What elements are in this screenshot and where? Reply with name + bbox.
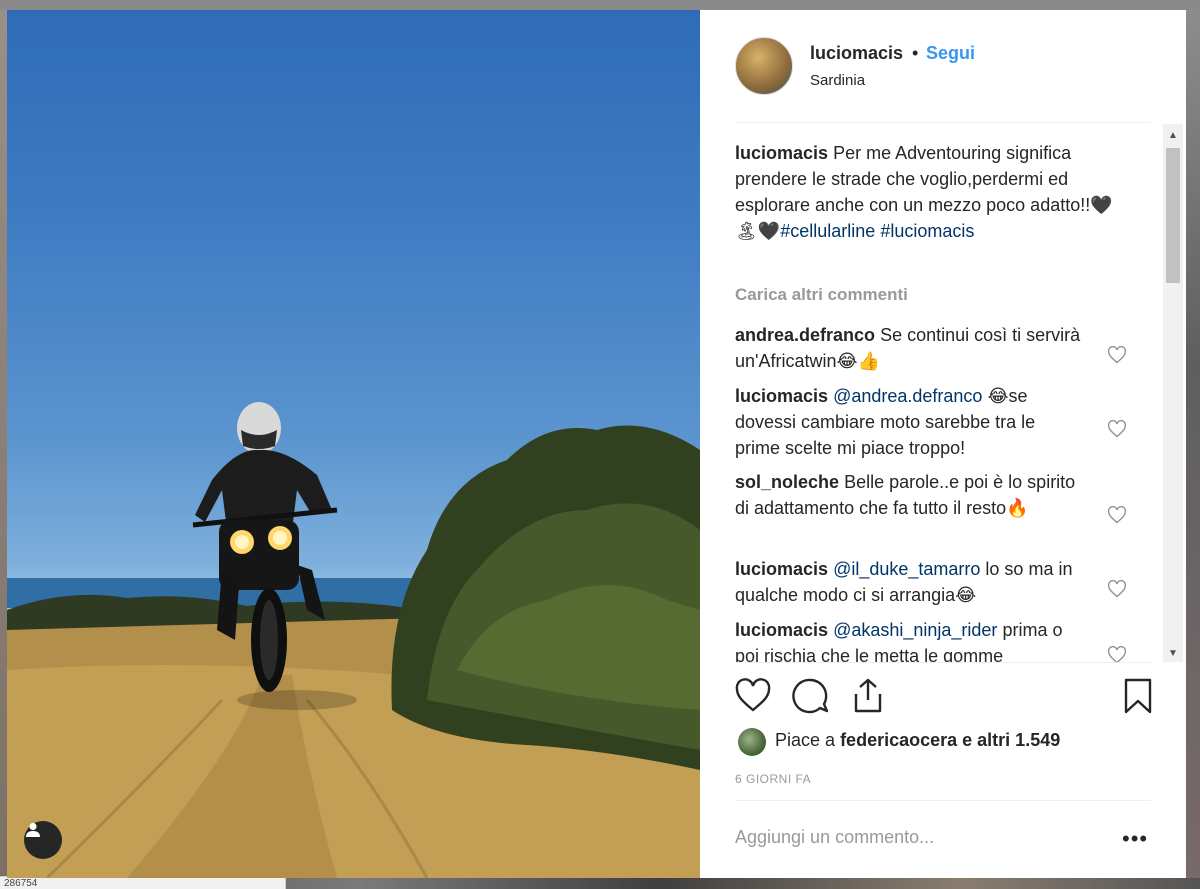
- scroll-down-icon[interactable]: ▼: [1168, 648, 1178, 659]
- scroll-up-icon[interactable]: ▲: [1168, 130, 1178, 141]
- photo-scene: [7, 402, 700, 878]
- comment-username[interactable]: sol_noleche: [735, 472, 839, 492]
- avatar[interactable]: [738, 728, 766, 756]
- list-item: luciomacis @il_duke_tamarro lo so ma in …: [735, 556, 1085, 608]
- heart-icon[interactable]: [1107, 419, 1127, 439]
- comment-username[interactable]: andrea.defranco: [735, 325, 875, 345]
- header-divider: [735, 122, 1151, 123]
- share-icon[interactable]: [848, 676, 888, 716]
- heart-icon[interactable]: [1107, 645, 1127, 662]
- comment-username[interactable]: luciomacis: [735, 620, 828, 640]
- heart-icon[interactable]: [1107, 505, 1127, 525]
- list-item: andrea.defranco Se continui così ti serv…: [735, 322, 1085, 374]
- list-item: luciomacis @andrea.defranco 😂se dovessi …: [735, 383, 1085, 461]
- background-feed-edge-right: [1186, 10, 1200, 889]
- header-username[interactable]: luciomacis: [810, 43, 903, 64]
- hashtag-link[interactable]: #luciomacis: [880, 221, 974, 241]
- mention-link[interactable]: @andrea.defranco: [833, 386, 982, 406]
- heart-icon[interactable]: [1107, 345, 1127, 365]
- likes-prefix: Piace a: [775, 730, 836, 750]
- action-bar: [700, 662, 1186, 722]
- likes-username[interactable]: federicaocera: [840, 730, 957, 750]
- user-tag-icon[interactable]: [24, 821, 62, 859]
- hashtag-link[interactable]: #cellularline: [780, 221, 875, 241]
- comment-box-divider: [735, 800, 1151, 801]
- caption: luciomacis Per me Adventouring significa…: [735, 140, 1120, 244]
- comments-scrollbar[interactable]: ▲ ▼: [1163, 124, 1183, 662]
- likes-text[interactable]: Piace a federicaocera e altri 1.549: [775, 730, 1060, 751]
- more-options-icon[interactable]: •••: [1122, 826, 1148, 852]
- post-timestamp[interactable]: 6 GIORNI FA: [735, 772, 811, 786]
- background-strip: [0, 0, 1200, 10]
- comment-username[interactable]: luciomacis: [735, 386, 828, 406]
- comments-list[interactable]: luciomacis Per me Adventouring significa…: [735, 134, 1161, 662]
- bookmark-icon[interactable]: [1118, 676, 1158, 716]
- likes-count[interactable]: e altri 1.549: [962, 730, 1060, 750]
- likes-summary: Piace a federicaocera e altri 1.549: [735, 726, 1155, 758]
- post-photo[interactable]: [7, 10, 700, 878]
- list-item: sol_noleche Belle parole..e poi è lo spi…: [735, 469, 1085, 521]
- post-header: luciomacis • Segui Sardinia: [700, 10, 1186, 123]
- load-more-comments-button[interactable]: Carica altri commenti: [735, 282, 908, 308]
- comment-input[interactable]: Aggiungi un commento...: [735, 827, 1095, 848]
- mention-link[interactable]: @il_duke_tamarro: [833, 559, 980, 579]
- heart-icon[interactable]: [1107, 579, 1127, 599]
- avatar[interactable]: [735, 37, 793, 95]
- post-details-panel: luciomacis • Segui Sardinia luciomacis P…: [700, 10, 1186, 878]
- comment-icon[interactable]: [790, 676, 830, 716]
- list-item: luciomacis @akashi_ninja_rider prima o p…: [735, 617, 1085, 662]
- caption-username[interactable]: luciomacis: [735, 143, 828, 163]
- scroll-thumb[interactable]: [1166, 148, 1180, 283]
- mention-link[interactable]: @akashi_ninja_rider: [833, 620, 997, 640]
- comment-username[interactable]: luciomacis: [735, 559, 828, 579]
- header-separator: •: [912, 43, 919, 63]
- location-link[interactable]: Sardinia: [810, 72, 865, 89]
- heart-icon[interactable]: [733, 676, 773, 716]
- follow-button[interactable]: Segui: [926, 43, 975, 64]
- background-feed-edge: [0, 10, 7, 889]
